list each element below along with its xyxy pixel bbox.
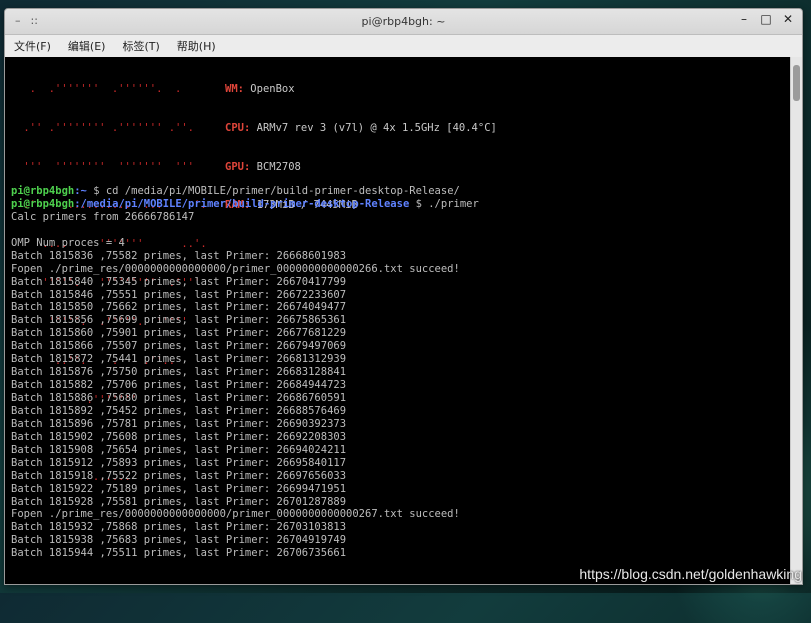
sysinfo-key: WM: [225, 82, 244, 95]
output-line: Batch 1815850 ,75662 primes, last Primer… [11, 301, 347, 314]
output-line: Fopen ./prime_res/0000000000000000/prime… [11, 262, 460, 275]
sysinfo-row: CPU: ARMv7 rev 3 (v7l) @ 4x 1.5GHz [40.4… [225, 122, 497, 135]
output-line: OMP Num proces = 4 [11, 236, 125, 249]
output-line: Batch 1815846 ,75551 primes, last Primer… [11, 288, 347, 301]
window-title: pi@rbp4bgh: ~ [361, 15, 446, 28]
output-line: Batch 1815872 ,75441 primes, last Primer… [11, 353, 347, 366]
sysinfo-value: OpenBox [250, 82, 295, 95]
vertical-scrollbar[interactable] [790, 57, 802, 584]
output-line: Fopen ./prime_res/0000000000000000/prime… [11, 508, 460, 521]
menu-tabs[interactable]: 标签(T) [122, 38, 159, 54]
prompt-user: pi@rbp4bgh [11, 197, 75, 210]
prompt-path: :~ [74, 185, 87, 197]
output-line: Batch 1815840 ,75345 primes, last Primer… [11, 275, 347, 288]
sysinfo-value: ARMv7 rev 3 (v7l) @ 4x 1.5GHz [40.4°C] [256, 121, 497, 134]
output-line: Batch 1815902 ,75608 primes, last Primer… [11, 430, 347, 443]
menu-bar: 文件(F) 编辑(E) 标签(T) 帮助(H) [5, 35, 802, 58]
output-line: Batch 1815860 ,75901 primes, last Primer… [11, 327, 347, 340]
sysinfo-key: GPU: [225, 160, 251, 173]
output-line: Batch 1815938 ,75683 primes, last Primer… [11, 534, 347, 547]
maximize-icon[interactable]: □ [760, 12, 772, 26]
window-controls: – □ ✕ [738, 12, 794, 26]
ascii-logo-line: .'' .'''''''' .''''''' .''. [17, 121, 195, 134]
prompt-command: $ cd /media/pi/MOBILE/primer/build-prime… [86, 185, 460, 197]
prompt-user: pi@rbp4bgh [11, 185, 75, 197]
ascii-logo-line: . .''''''' .''''''. . [17, 82, 182, 95]
terminal-lines: pi@rbp4bgh:~ $ cd /media/pi/MOBILE/prime… [11, 185, 787, 560]
output-line: Batch 1815918 ,75522 primes, last Primer… [11, 469, 347, 482]
output-line: Batch 1815912 ,75893 primes, last Primer… [11, 456, 347, 469]
prompt-command: $ ./primer [409, 197, 479, 210]
sysinfo-row: GPU: BCM2708 [225, 161, 497, 174]
output-line: Batch 1815932 ,75868 primes, last Primer… [11, 521, 347, 534]
scrollbar-thumb[interactable] [793, 65, 800, 101]
menu-help[interactable]: 帮助(H) [177, 38, 216, 54]
output-line: Batch 1815856 ,75699 primes, last Primer… [11, 314, 347, 327]
prompt-path: :/media/pi/MOBILE/primer/build-primer-de… [74, 197, 410, 210]
sysinfo-row: WM: OpenBox [225, 83, 497, 96]
minimize-icon[interactable]: – [738, 12, 750, 26]
output-line: Batch 1815882 ,75706 primes, last Primer… [11, 379, 347, 392]
terminal-window: – :: pi@rbp4bgh: ~ – □ ✕ 文件(F) 编辑(E) 标签(… [4, 8, 803, 585]
close-icon[interactable]: ✕ [782, 12, 794, 26]
ascii-logo-line: ''' '''''''' ''''''' ''' [17, 160, 195, 173]
output-line: Batch 1815896 ,75781 primes, last Primer… [11, 417, 347, 430]
output-line: Batch 1815928 ,75581 primes, last Primer… [11, 495, 347, 508]
output-line: Batch 1815886 ,75680 primes, last Primer… [11, 392, 347, 404]
prompt-line: pi@rbp4bgh:~ $ cd /media/pi/MOBILE/prime… [11, 185, 787, 198]
output-line: Batch 1815908 ,75654 primes, last Primer… [11, 443, 347, 456]
prompt-line: pi@rbp4bgh:/media/pi/MOBILE/primer/build… [11, 198, 787, 211]
title-bar[interactable]: – :: pi@rbp4bgh: ~ – □ ✕ [5, 9, 802, 35]
output-line: Batch 1815944 ,75511 primes, last Primer… [11, 547, 347, 560]
watermark-url: https://blog.csdn.net/goldenhawking [579, 566, 802, 582]
sysinfo-key: CPU: [225, 121, 251, 134]
terminal-output[interactable]: . .''''''' .''''''. . .'' .'''''''' .'''… [5, 57, 791, 584]
menu-edit[interactable]: 编辑(E) [68, 38, 106, 54]
output-line: Batch 1815866 ,75507 primes, last Primer… [11, 340, 347, 353]
output-line: Batch 1815892 ,75452 primes, last Primer… [11, 404, 347, 417]
output-line: Calc primers from 26666786147 [11, 210, 195, 223]
output-line: Batch 1815922 ,75189 primes, last Primer… [11, 482, 347, 495]
output-line: Batch 1815836 ,75582 primes, last Primer… [11, 249, 347, 262]
output-line: Batch 1815876 ,75750 primes, last Primer… [11, 366, 347, 379]
sysinfo-value: BCM2708 [256, 160, 301, 173]
menu-file[interactable]: 文件(F) [14, 38, 51, 54]
